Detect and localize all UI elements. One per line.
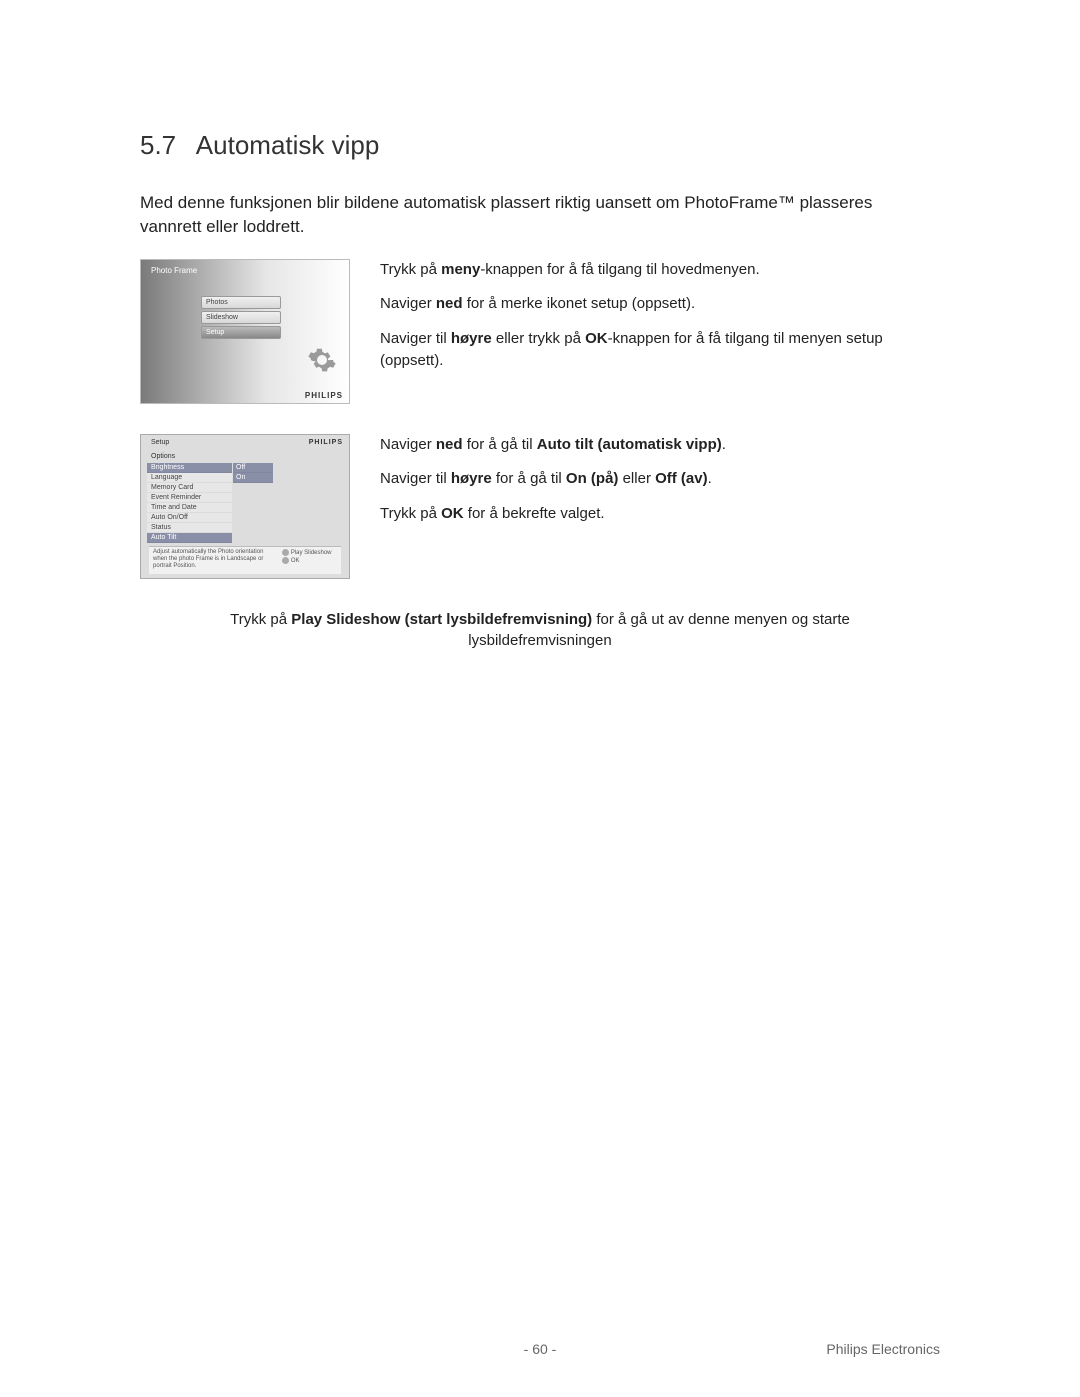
step-row-2: Setup PHILIPS Options Brightness Languag… — [140, 434, 940, 579]
page-number: - 60 - — [0, 1341, 1080, 1357]
instructions-block-1: Trykk på meny-knappen for å få tilgang t… — [380, 259, 940, 385]
screenshot2-title: Setup — [151, 439, 169, 446]
section-title: Automatisk vipp — [196, 130, 380, 160]
philips-logo: PHILIPS — [309, 439, 343, 446]
screenshot-main-menu: Photo Frame Photos Slideshow Setup PHILI… — [140, 259, 350, 404]
menu-list: Photos Slideshow Setup — [201, 296, 281, 341]
instr2-line2: Naviger til høyre for å gå til On (på) e… — [380, 468, 940, 491]
philips-logo: PHILIPS — [305, 391, 343, 400]
instructions-block-2: Naviger ned for å gå til Auto tilt (auto… — [380, 434, 940, 538]
screenshot-title: Photo Frame — [151, 266, 197, 275]
option-event-reminder: Event Reminder — [147, 493, 232, 503]
instr2-line1: Naviger ned for å gå til Auto tilt (auto… — [380, 434, 940, 457]
dpad-icon — [282, 549, 289, 556]
value-list: Off On — [233, 463, 273, 483]
page-footer: - 60 - Philips Electronics — [0, 1341, 1080, 1357]
option-language: Language — [147, 473, 232, 483]
final-note: Trykk på Play Slideshow (start lysbildef… — [140, 609, 940, 651]
instr1-line1: Trykk på meny-knappen for å få tilgang t… — [380, 259, 940, 282]
section-heading: 5.7 Automatisk vipp — [140, 130, 940, 161]
instr2-line3: Trykk på OK for å bekrefte valget. — [380, 503, 940, 526]
option-status: Status — [147, 523, 232, 533]
step-row-1: Photo Frame Photos Slideshow Setup PHILI… — [140, 259, 940, 404]
option-memory-card: Memory Card — [147, 483, 232, 493]
ok-icon — [282, 557, 289, 564]
screenshot2-subtitle: Options — [151, 453, 175, 460]
options-list: Brightness Language Memory Card Event Re… — [147, 463, 232, 543]
instr1-line2: Naviger ned for å merke ikonet setup (op… — [380, 293, 940, 316]
footer-description: Adjust automatically the Photo orientati… — [153, 549, 273, 572]
gear-icon — [307, 345, 337, 375]
menu-item-photos: Photos — [201, 296, 281, 309]
value-off: Off — [233, 463, 273, 473]
footer-controls: Play Slideshow OK — [282, 549, 337, 572]
screenshot-setup-menu: Setup PHILIPS Options Brightness Languag… — [140, 434, 350, 579]
value-on: On — [233, 473, 273, 483]
menu-item-setup: Setup — [201, 326, 281, 339]
option-time-date: Time and Date — [147, 503, 232, 513]
instr1-line3: Naviger til høyre eller trykk på OK-knap… — [380, 328, 940, 373]
intro-paragraph: Med denne funksjonen blir bildene automa… — [140, 191, 920, 239]
menu-item-slideshow: Slideshow — [201, 311, 281, 324]
option-auto-onoff: Auto On/Off — [147, 513, 232, 523]
option-brightness: Brightness — [147, 463, 232, 473]
screenshot2-footer: Adjust automatically the Photo orientati… — [149, 546, 341, 574]
option-auto-tilt: Auto Tilt — [147, 533, 232, 543]
section-number: 5.7 — [140, 130, 190, 161]
